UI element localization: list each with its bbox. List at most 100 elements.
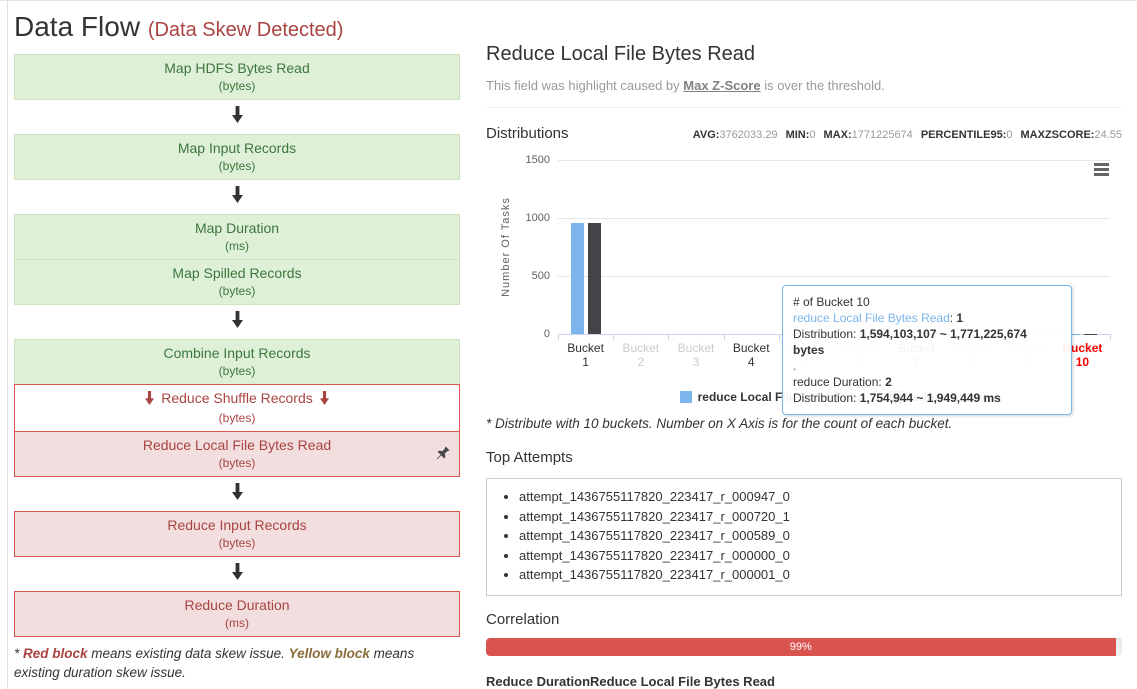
down-arrow-icon: [231, 311, 244, 333]
down-arrow-icon: [144, 392, 155, 408]
stat-label: AVG:: [693, 129, 720, 141]
tooltip-separator: .: [793, 358, 1061, 374]
y-axis-tick-label: 500: [508, 270, 550, 282]
stat-avg-: AVG:3762033.29: [693, 129, 778, 141]
tooltip-distribution: Distribution: 1,754,944 ~ 1,949,449 ms: [793, 390, 1061, 406]
metric-subtitle: This field was highlight caused by Max Z…: [486, 78, 1122, 93]
metric-title: Reduce Local File Bytes Read: [486, 43, 1122, 66]
flow-block-reduce-duration[interactable]: Reduce Duration(ms): [14, 591, 460, 637]
y-axis-tick-label: 1500: [508, 154, 550, 166]
flow-block-reduce-shuffle-records[interactable]: Reduce Shuffle Records(bytes): [14, 384, 460, 432]
data-flow-panel: Data Flow (Data Skew Detected) Map HDFS …: [14, 1, 460, 689]
flow-block-unit: (ms): [41, 238, 433, 254]
flow-block-map-input-records[interactable]: Map Input Records(bytes): [14, 134, 460, 180]
flow-block-label: Map Spilled Records: [41, 263, 433, 283]
stat-label: MIN:: [786, 129, 810, 141]
flow-block-label: Combine Input Records: [41, 343, 433, 363]
skew-detected-label: (Data Skew Detected): [148, 19, 344, 41]
flow-block-unit: (bytes): [41, 535, 433, 551]
stat-percentile95-: PERCENTILE95:0: [921, 129, 1013, 141]
flow-block-unit: (bytes): [41, 363, 433, 379]
flow-diagram: Map HDFS Bytes Read(bytes)Map Input Reco…: [14, 54, 460, 637]
down-arrow-icon: [231, 186, 244, 208]
x-axis-label: Bucket2: [613, 341, 669, 369]
distribution-chart: 050010001500Number Of TasksBucket1Bucket…: [486, 152, 1122, 386]
flow-block-label: Reduce Input Records: [41, 515, 433, 535]
stat-value: 24.55: [1094, 129, 1122, 141]
x-axis-tick: [1110, 335, 1111, 340]
chart-grid-line: [558, 160, 1110, 161]
max-zscore-link[interactable]: Max Z-Score: [683, 78, 760, 93]
flow-block-unit: (bytes): [41, 78, 433, 94]
footnote-segment: Yellow block: [289, 646, 370, 661]
x-axis-tick: [613, 335, 614, 340]
y-axis-title: Number Of Tasks: [500, 197, 512, 297]
pushpin-icon[interactable]: [431, 443, 454, 466]
flow-block-reduce-input-records[interactable]: Reduce Input Records(bytes): [14, 511, 460, 557]
y-axis-tick-label: 0: [508, 328, 550, 340]
attempt-item: attempt_1436755117820_223417_r_000947_0: [519, 487, 1111, 507]
attempt-item: attempt_1436755117820_223417_r_000001_0: [519, 565, 1111, 585]
flow-arrow: [14, 557, 460, 591]
stat-value: 0: [809, 129, 815, 141]
y-axis-tick-label: 1000: [508, 212, 550, 224]
stat-maxzscore-: MAXZSCORE:24.55: [1021, 129, 1122, 141]
flow-block-label: Reduce Local File Bytes Read: [41, 435, 433, 455]
flow-block-map-duration[interactable]: Map Duration(ms): [14, 214, 460, 260]
chart-tooltip: # of Bucket 10reduce Local File Bytes Re…: [782, 285, 1072, 415]
flow-block-label: Reduce Shuffle Records: [41, 388, 433, 410]
chart-menu-icon[interactable]: [1094, 163, 1109, 178]
stat-label: MAX:: [824, 129, 852, 141]
chart-grid-line: [558, 276, 1110, 277]
chart-bar-reduce-local-file-bytes-read[interactable]: [571, 223, 584, 334]
attempt-item: attempt_1436755117820_223417_r_000720_1: [519, 507, 1111, 527]
top-attempts-list: attempt_1436755117820_223417_r_000947_0a…: [497, 487, 1111, 585]
flow-block-unit: (bytes): [41, 283, 433, 299]
footnote-segment: means existing data skew issue.: [88, 646, 289, 661]
flow-block-label: Map Input Records: [41, 138, 433, 158]
legend-swatch: [680, 391, 692, 403]
attempt-item: attempt_1436755117820_223417_r_000000_0: [519, 546, 1111, 566]
flow-block-unit: (bytes): [41, 410, 433, 426]
flow-block-reduce-local-file-bytes-read[interactable]: Reduce Local File Bytes Read(bytes): [14, 431, 460, 477]
x-axis-label: Bucket4: [723, 341, 779, 369]
divider: [486, 107, 1122, 108]
stat-min-: MIN:0: [786, 129, 816, 141]
footnote-segment: Red block: [23, 646, 88, 661]
flow-block-label: Map Duration: [41, 218, 433, 238]
flow-block-unit: (bytes): [41, 455, 433, 471]
stat-max-: MAX:1771225674: [824, 129, 913, 141]
top-attempts-box: attempt_1436755117820_223417_r_000947_0a…: [486, 478, 1122, 596]
tooltip-series-count: reduce Duration: 2: [793, 374, 1061, 390]
distributions-header: Distributions AVG:3762033.29MIN:0MAX:177…: [486, 125, 1122, 142]
x-axis-tick: [724, 335, 725, 340]
distribution-stats: AVG:3762033.29MIN:0MAX:1771225674PERCENT…: [685, 129, 1122, 141]
down-arrow-icon: [231, 106, 244, 128]
x-axis-tick: [668, 335, 669, 340]
distributions-heading: Distributions: [486, 125, 569, 142]
down-arrow-icon: [319, 392, 330, 408]
flow-block-map-spilled-records[interactable]: Map Spilled Records(bytes): [14, 259, 460, 305]
flow-block-unit: (ms): [41, 615, 433, 631]
tooltip-distribution: Distribution: 1,594,103,107 ~ 1,771,225,…: [793, 326, 1061, 358]
flow-arrow: [14, 180, 460, 214]
correlation-heading: Correlation: [486, 611, 1122, 628]
tooltip-title: # of Bucket 10: [793, 294, 1061, 310]
chart-grid-line: [558, 218, 1110, 219]
flow-arrow: [14, 305, 460, 339]
flow-arrow: [14, 100, 460, 134]
stat-value: 0: [1006, 129, 1012, 141]
footnote-segment: *: [14, 646, 23, 661]
flow-block-map-hdfs-bytes-read[interactable]: Map HDFS Bytes Read(bytes): [14, 54, 460, 100]
flow-block-label: Reduce Duration: [41, 595, 433, 615]
flow-block-label: Map HDFS Bytes Read: [41, 58, 433, 78]
tooltip-series-name: reduce Local File Bytes Read: [793, 311, 950, 325]
flow-block-combine-input-records[interactable]: Combine Input Records(bytes): [14, 339, 460, 385]
flow-legend-footnote: * Red block means existing data skew iss…: [14, 644, 460, 682]
correlation-progress-bar: 99%: [486, 638, 1116, 656]
chart-bar-reduce-duration[interactable]: [588, 223, 601, 334]
x-axis-tick: [558, 335, 559, 340]
down-arrow-icon: [231, 483, 244, 505]
top-attempts-heading: Top Attempts: [486, 449, 1122, 466]
page-title-text: Data Flow: [14, 11, 140, 42]
